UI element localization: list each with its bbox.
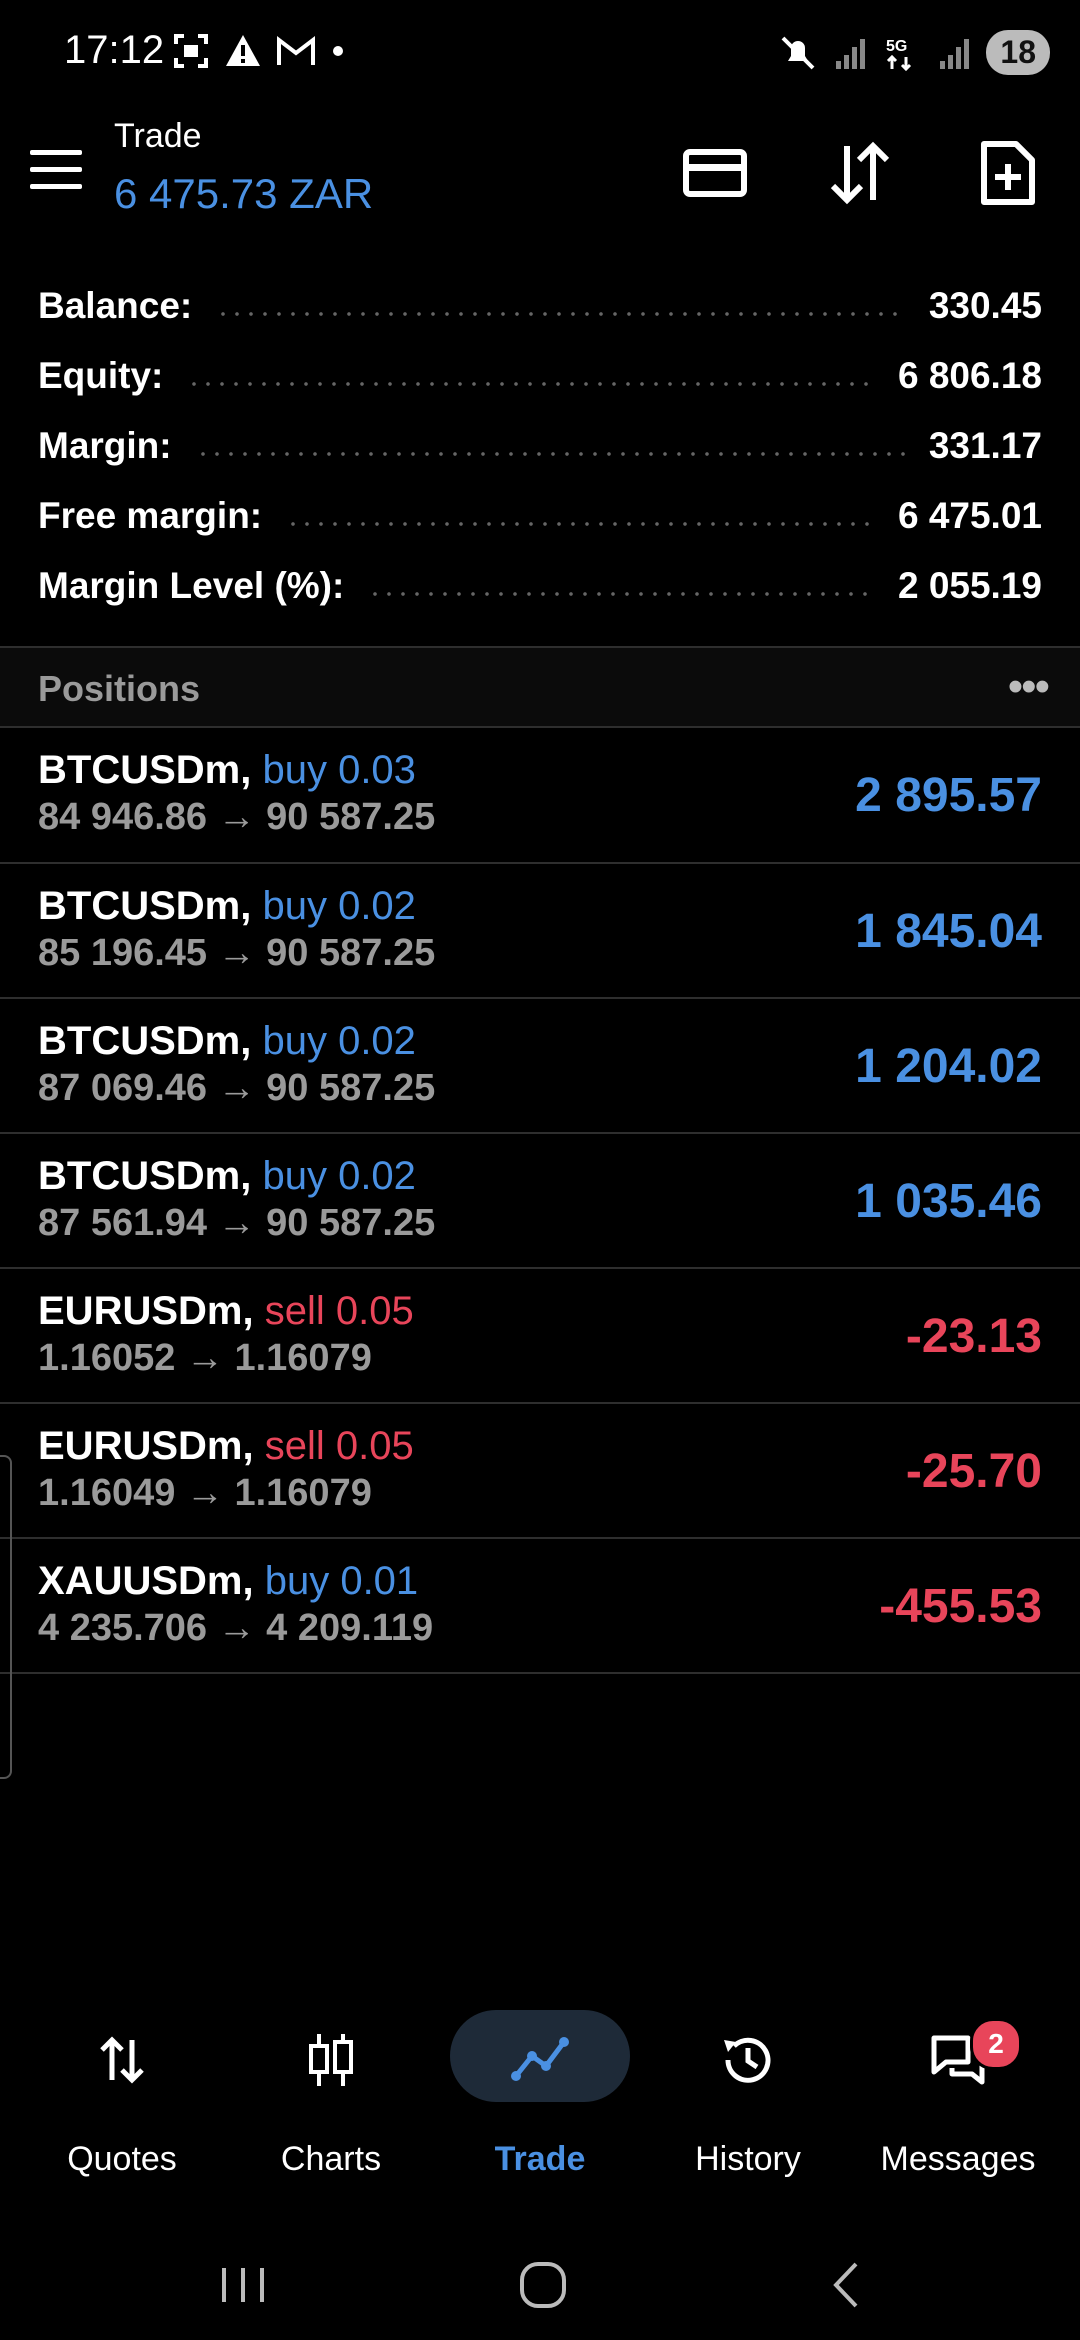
positions-header: Positions ••• [0,648,1080,726]
divider [0,1672,1080,1674]
tab-label: Messages [880,2140,1036,2178]
tab-label: Charts [280,2140,382,2178]
position-prices: 87 561.94 → 90 587.25 [38,1202,436,1244]
position-prices: 84 946.86 → 90 587.25 [38,796,436,838]
summary-label: Margin Level (%): [38,565,345,606]
summary-row-free-margin: Free margin: 6 475.01 [38,486,1042,546]
more-options-icon[interactable]: ••• [1008,662,1050,712]
position-profit: 2 895.57 [855,769,1042,822]
position-row[interactable]: BTCUSDm, buy 0.03 84 946.86 → 90 587.25 … [0,728,1080,862]
status-bar: 17:12 5G 18 [0,0,1080,112]
tab-trade[interactable]: Trade [440,2010,640,2180]
position-prices: 87 069.46 → 90 587.25 [38,1067,436,1109]
position-prices: 4 235.706 → 4 209.119 [38,1607,434,1649]
position-row[interactable]: EURUSDm, sell 0.05 1.16049 → 1.16079 -25… [0,1404,1080,1538]
summary-row-margin-level: Margin Level (%): 2 055.19 [38,556,1042,616]
trend-line-icon [511,2037,569,2081]
app-header: Trade 6 475.73 ZAR [0,112,1080,262]
position-side: buy 0.02 [262,1154,416,1198]
position-row[interactable]: EURUSDm, sell 0.05 1.16052 → 1.16079 -23… [0,1269,1080,1403]
candlestick-icon [309,2034,353,2086]
menu-icon[interactable] [30,150,82,190]
battery-level: 18 [986,30,1050,75]
bottom-nav: Quotes Charts Trade History 2 Messages [0,2010,1080,2180]
summary-row-equity: Equity: 6 806.18 [38,346,1042,406]
position-symbol: BTCUSDm, [38,884,252,928]
tab-quotes[interactable]: Quotes [22,2010,222,2180]
summary-value: 6 806.18 [897,355,1042,396]
back-icon[interactable] [812,2250,882,2320]
signal-icon [836,38,866,69]
summary-value: 6 475.01 [897,495,1042,536]
summary-label: Equity: [38,355,164,396]
tab-messages[interactable]: 2 Messages [858,2010,1058,2180]
tab-label: Quotes [67,2140,177,2178]
summary-row-balance: Balance: 330.45 [38,276,1042,336]
tab-label: Trade [494,2140,586,2178]
position-profit: -25.70 [905,1445,1042,1498]
screenshot-icon [174,34,208,68]
home-icon[interactable] [508,2250,578,2320]
summary-value: 330.45 [928,285,1042,326]
notification-dot-icon [333,46,343,56]
mute-icon [781,36,815,69]
summary-value: 2 055.19 [897,565,1042,606]
history-clock-icon [724,2037,771,2083]
edge-panel-handle[interactable] [0,1455,12,1779]
card-icon[interactable] [680,138,750,208]
position-side: buy 0.03 [262,748,416,792]
position-profit: 1 204.02 [855,1040,1042,1093]
position-symbol: BTCUSDm, [38,1019,252,1063]
5g-icon: 5G [886,38,912,71]
unread-badge: 2 [970,2018,1022,2070]
summary-value: 331.17 [928,425,1042,466]
position-prices: 1.16049 → 1.16079 [38,1472,372,1514]
quotes-arrows-icon [100,2036,144,2084]
position-symbol: EURUSDm, [38,1289,254,1333]
position-symbol: BTCUSDm, [38,1154,252,1198]
positions-title: Positions [38,668,201,709]
summary-label: Free margin: [38,495,263,536]
free-margin-header: 6 475.73 ZAR [114,170,374,217]
position-symbol: BTCUSDm, [38,748,252,792]
position-profit: 1 845.04 [855,905,1042,958]
system-nav-bar [0,2220,1080,2340]
position-side: sell 0.05 [264,1424,414,1468]
position-profit: 1 035.46 [855,1175,1042,1228]
position-row[interactable]: BTCUSDm, buy 0.02 85 196.45 → 90 587.25 … [0,864,1080,998]
position-side: buy 0.02 [262,884,416,928]
summary-label: Margin: [38,425,172,466]
sort-arrows-icon[interactable] [825,138,895,208]
recent-apps-icon[interactable] [208,2250,278,2320]
position-profit: -23.13 [905,1310,1042,1363]
position-row[interactable]: BTCUSDm, buy 0.02 87 561.94 → 90 587.25 … [0,1134,1080,1268]
position-profit: -455.53 [879,1580,1042,1633]
summary-row-margin: Margin: 331.17 [38,416,1042,476]
position-row[interactable]: BTCUSDm, buy 0.02 87 069.46 → 90 587.25 … [0,999,1080,1133]
svg-text:5G: 5G [886,38,907,55]
position-symbol: EURUSDm, [38,1424,254,1468]
new-order-document-icon[interactable] [972,138,1042,208]
tab-charts[interactable]: Charts [231,2010,431,2180]
position-side: sell 0.05 [264,1289,414,1333]
warning-icon [226,35,260,66]
tab-label: History [695,2140,801,2178]
status-time: 17:12 [64,28,165,72]
position-symbol: XAUUSDm, [38,1559,254,1603]
position-prices: 1.16052 → 1.16079 [38,1337,372,1379]
page-title: Trade [114,117,202,155]
position-prices: 85 196.45 → 90 587.25 [38,932,436,974]
tab-history[interactable]: History [648,2010,848,2180]
signal-icon-2 [940,38,970,69]
summary-label: Balance: [38,285,193,326]
position-row[interactable]: XAUUSDm, buy 0.01 4 235.706 → 4 209.119 … [0,1539,1080,1673]
position-side: buy 0.01 [264,1559,419,1603]
gmail-icon [277,35,315,65]
position-side: buy 0.02 [262,1019,416,1063]
